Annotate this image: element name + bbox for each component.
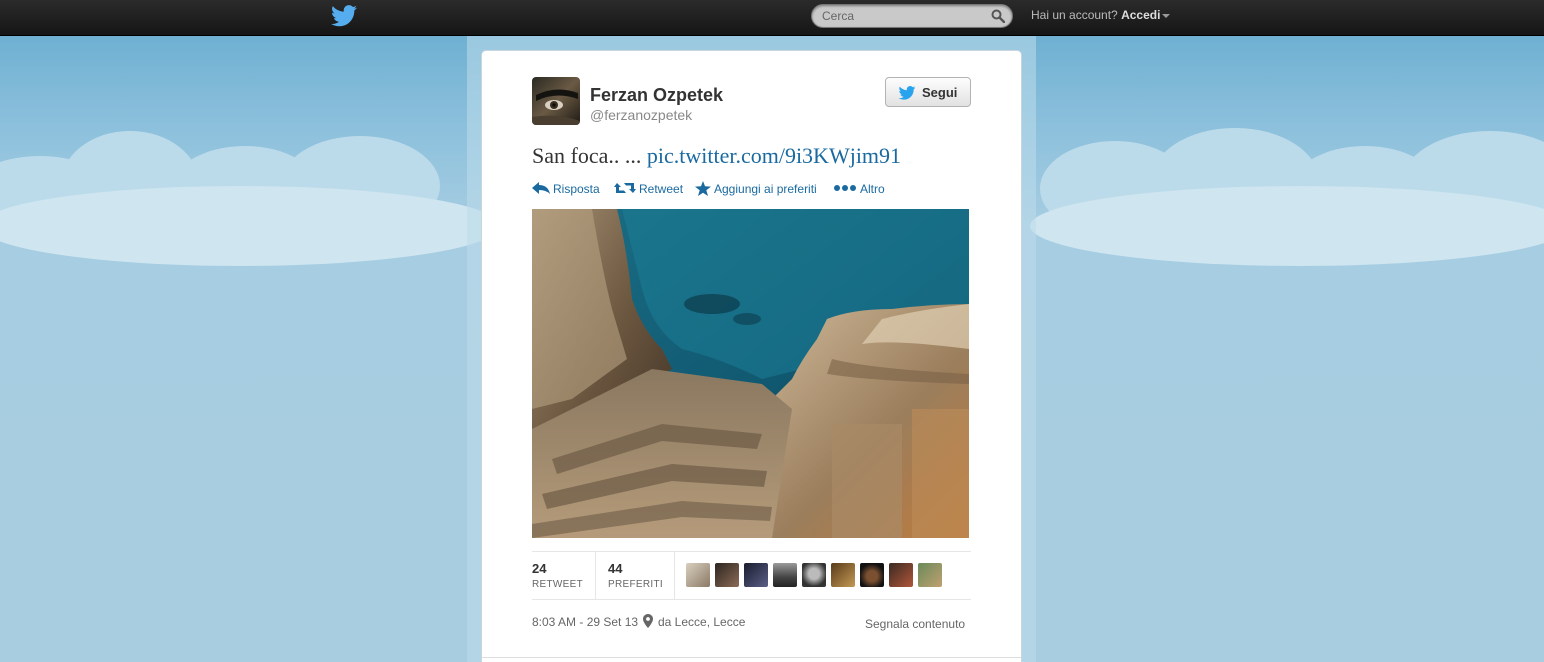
search-input[interactable] — [822, 8, 982, 24]
retweet-icon — [614, 183, 636, 193]
report-link[interactable]: Segnala contenuto — [865, 617, 965, 631]
search-box — [811, 4, 1013, 28]
tweet-timestamp[interactable]: 8:03 AM - 29 Set 13 — [532, 615, 638, 629]
follow-label: Segui — [922, 85, 958, 100]
stats-divider-bottom — [532, 599, 971, 600]
favoriter-avatar[interactable] — [889, 563, 913, 587]
stats-separator — [674, 551, 675, 600]
avatar[interactable] — [532, 77, 580, 125]
favoriter-avatar[interactable] — [686, 563, 710, 587]
favoriter-avatar[interactable] — [860, 563, 884, 587]
retweet-count[interactable]: 24 RETWEET — [532, 561, 583, 590]
tweet-photo[interactable] — [532, 209, 969, 538]
favorite-action[interactable]: Aggiungi ai preferiti — [695, 181, 825, 197]
more-dots-icon — [834, 185, 856, 191]
favoriter-avatar[interactable] — [918, 563, 942, 587]
favorite-count[interactable]: 44 PREFERITI — [608, 561, 663, 590]
card-footer-line — [482, 657, 1021, 658]
tweet-body: San foca.. ... — [532, 143, 642, 168]
tweet-location[interactable]: da Lecce, Lecce — [658, 615, 745, 629]
reply-icon — [532, 182, 550, 194]
favoriter-avatar[interactable] — [802, 563, 826, 587]
location-pin-icon — [643, 614, 653, 628]
tweet-text: San foca.. ... pic.twitter.com/9i3KWjim9… — [532, 143, 901, 169]
tweet-media-link[interactable]: pic.twitter.com/9i3KWjim91 — [647, 143, 901, 168]
retweet-action[interactable]: Retweet — [614, 181, 689, 197]
favoriter-avatar[interactable] — [715, 563, 739, 587]
favoriter-avatar[interactable] — [744, 563, 768, 587]
login-prompt: Hai un account? — [1031, 8, 1118, 22]
twitter-bird-icon[interactable] — [331, 5, 357, 27]
tweet-card: Ferzan Ozpetek @ferzanozpetek Segui San … — [481, 50, 1022, 662]
caret-down-icon — [1162, 13, 1171, 18]
login-link[interactable]: Accedi — [1121, 8, 1160, 22]
favoriter-avatar[interactable] — [773, 563, 797, 587]
follow-button[interactable]: Segui — [885, 77, 971, 107]
star-icon — [695, 181, 711, 196]
favoriter-avatar[interactable] — [831, 563, 855, 587]
reply-action[interactable]: Risposta — [532, 181, 607, 197]
stats-divider-top — [532, 551, 971, 552]
more-action[interactable]: Altro — [834, 181, 889, 197]
top-navigation-bar: Hai un account? Accedi — [0, 0, 1544, 36]
search-icon[interactable] — [991, 9, 1005, 23]
stats-separator — [595, 551, 596, 600]
twitter-bird-icon — [898, 86, 916, 100]
author-name[interactable]: Ferzan Ozpetek — [590, 85, 723, 106]
author-handle[interactable]: @ferzanozpetek — [590, 107, 692, 123]
login-menu[interactable]: Hai un account? Accedi — [1031, 8, 1171, 22]
